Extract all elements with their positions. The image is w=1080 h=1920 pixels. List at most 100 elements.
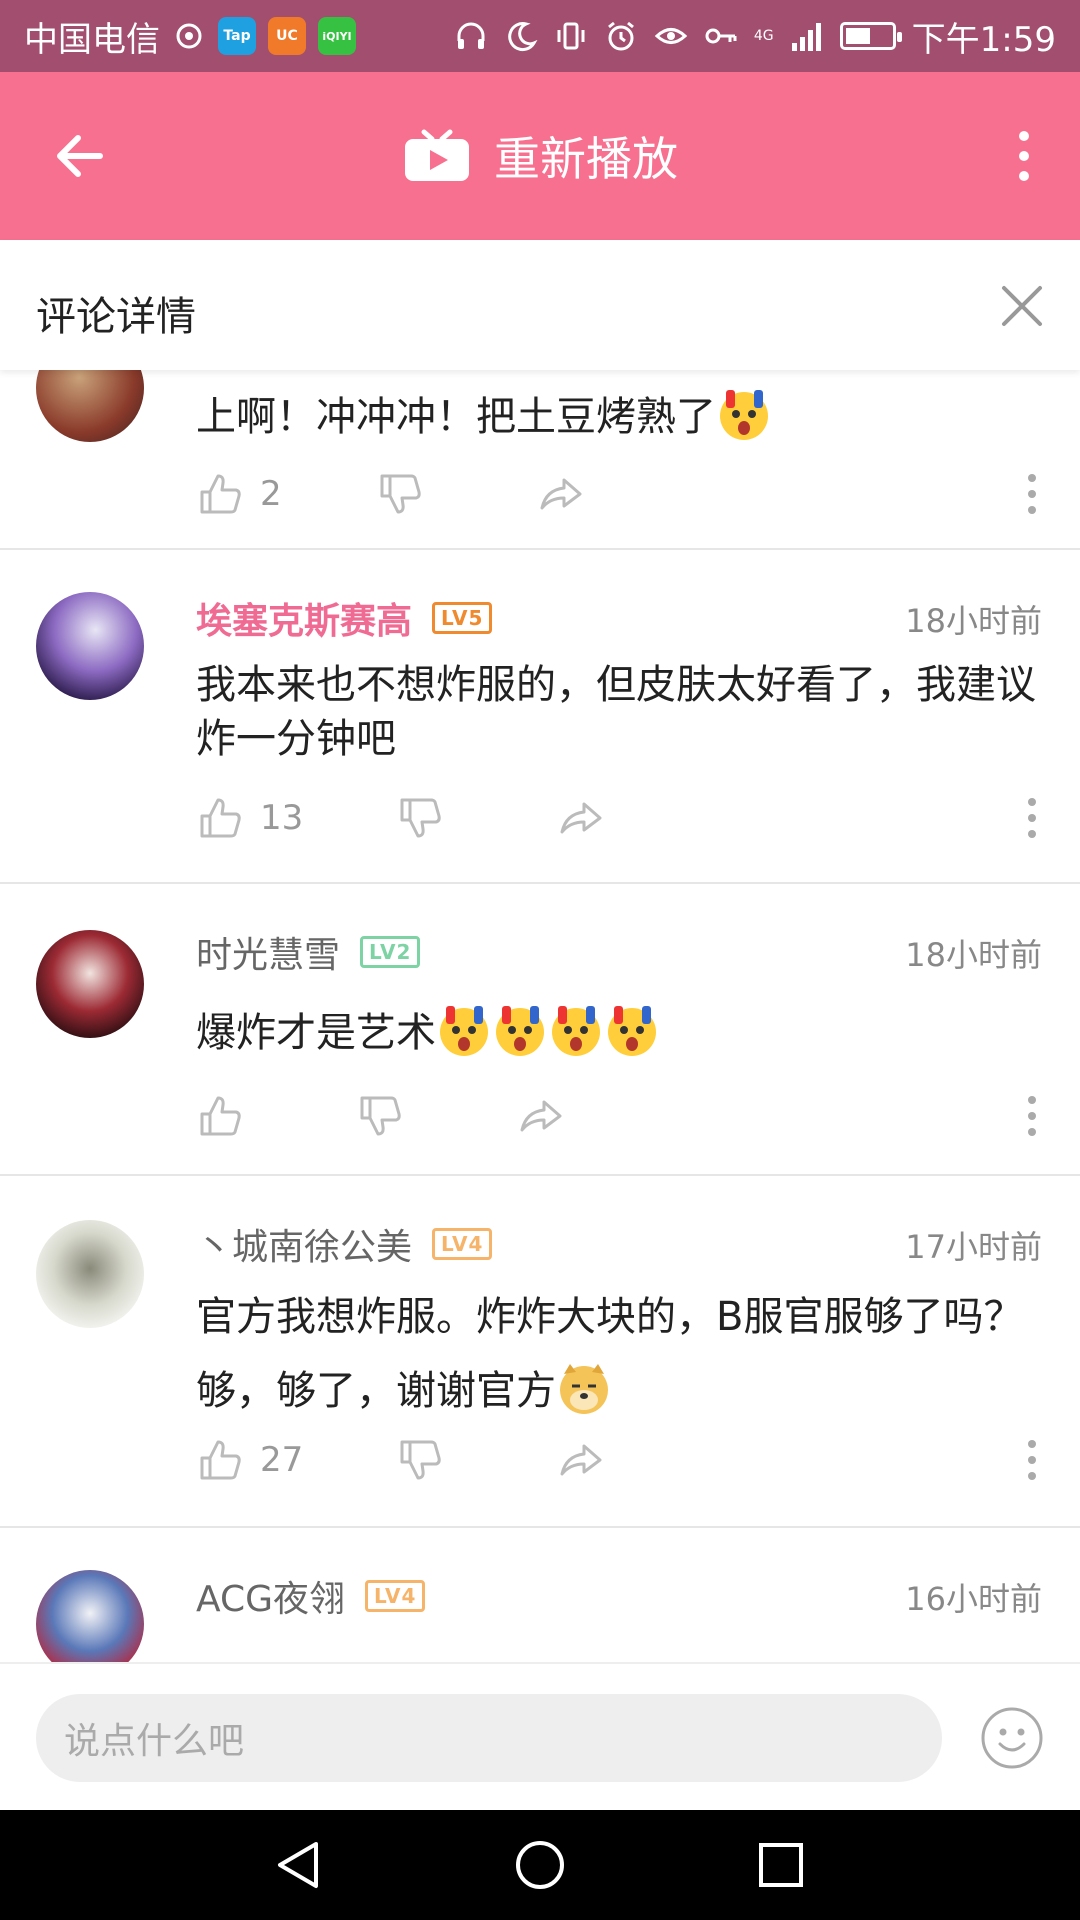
alarm-icon (607, 21, 634, 51)
share-icon (560, 802, 602, 834)
tv-icon (405, 129, 469, 181)
comment-more-icon[interactable] (1022, 1436, 1042, 1484)
comment-input-bar: 说点什么吧 (0, 1662, 1080, 1810)
like-button[interactable] (196, 1092, 356, 1140)
comment-item: ACG夜翎 LV4 16小时前 (0, 1528, 1080, 1662)
user-avatar[interactable] (36, 592, 144, 700)
comment-more-icon[interactable] (1022, 794, 1042, 842)
comment-time: 18小时前 (905, 936, 1042, 974)
key-icon (705, 28, 737, 44)
comment-list[interactable]: 上啊！冲冲冲！把土豆烤熟了 2 埃塞克斯赛高 LV5 18小时前 我本来也不想炸… (0, 370, 1080, 1662)
iqiyi-app-icon: iQIYI (318, 17, 356, 55)
comment-actions: 13 (196, 788, 1042, 848)
comment-time: 17小时前 (905, 1228, 1042, 1266)
hd-voice-icon (176, 23, 202, 49)
comment-item: 丶城南徐公美 LV4 17小时前 官方我想炸服。炸炸大块的，B服官服够了吗？够，… (0, 1176, 1080, 1528)
eye-icon (654, 28, 688, 44)
panel-title: 评论详情 (36, 294, 196, 340)
like-count: 2 (260, 474, 282, 514)
username[interactable]: 丶城南徐公美 LV4 (196, 1218, 493, 1270)
emoji-picker-icon[interactable] (980, 1706, 1044, 1770)
share-icon (560, 1444, 602, 1476)
comment-item: 上啊！冲冲冲！把土豆烤熟了 2 (0, 370, 1080, 550)
thumbs-down-icon (400, 798, 441, 838)
share-button[interactable] (556, 1436, 604, 1484)
dislike-button[interactable] (356, 1092, 516, 1140)
shock-emoji (552, 1006, 600, 1056)
shock-emoji (720, 390, 768, 440)
comment-item: 时光慧雪 LV2 18小时前 爆炸才是艺术 (0, 884, 1080, 1176)
user-avatar[interactable] (36, 930, 144, 1038)
close-icon[interactable] (998, 282, 1046, 330)
level-badge: LV4 (432, 1228, 493, 1260)
tap-app-icon: Tap (218, 17, 256, 55)
status-bar: 中国电信 Tap UC iQIYI 4G 下午1:59 (0, 0, 1080, 72)
comment-text: 官方我想炸服。炸炸大块的，B服官服够了吗？够，够了，谢谢官方 (196, 1294, 1024, 1414)
comment-detail-header: 评论详情 (0, 240, 1080, 370)
level-badge: LV5 (432, 602, 493, 634)
comment-more-icon[interactable] (1022, 1092, 1042, 1140)
thumbs-up-icon (200, 1440, 241, 1480)
user-avatar[interactable] (36, 1570, 144, 1662)
uc-app-icon: UC (268, 17, 306, 55)
like-count: 27 (260, 1440, 304, 1480)
comment-text: 上啊！冲冲冲！把土豆烤熟了 (196, 386, 1042, 444)
level-badge: LV4 (365, 1580, 426, 1612)
more-menu-icon[interactable] (1012, 124, 1036, 188)
doge-emoji (560, 1364, 608, 1414)
replay-button[interactable]: 重新播放 (0, 72, 1080, 240)
comment-text: 爆炸才是艺术 (196, 1002, 1042, 1060)
thumbs-down-icon (400, 1440, 441, 1480)
share-button[interactable] (536, 470, 584, 518)
user-avatar[interactable] (36, 370, 144, 442)
comment-text: 我本来也不想炸服的，但皮肤太好看了，我建议炸一分钟吧 (196, 662, 1036, 762)
shock-emoji (608, 1006, 656, 1056)
top-bar: 重新播放 (0, 72, 1080, 240)
comment-input[interactable]: 说点什么吧 (36, 1694, 942, 1782)
nav-recents-icon[interactable] (754, 1838, 808, 1892)
like-button[interactable]: 2 (196, 470, 376, 518)
thumbs-down-icon (360, 1096, 401, 1136)
comment-more-icon[interactable] (1022, 470, 1042, 518)
share-button[interactable] (516, 1092, 564, 1140)
username[interactable]: ACG夜翎 LV4 (196, 1570, 426, 1622)
like-count: 13 (260, 798, 304, 838)
comment-actions (196, 1086, 1042, 1146)
system-nav-bar (0, 1810, 1080, 1920)
comment-actions: 27 (196, 1430, 1042, 1490)
comment-time: 16小时前 (905, 1580, 1042, 1618)
dislike-button[interactable] (396, 1436, 556, 1484)
headphone-icon (457, 22, 485, 49)
clock: 下午1:59 (911, 19, 1056, 60)
dislike-button[interactable] (376, 470, 536, 518)
shock-emoji (440, 1006, 488, 1056)
share-button[interactable] (556, 794, 604, 842)
share-icon (540, 478, 582, 510)
nav-home-icon[interactable] (513, 1838, 567, 1892)
comment-item: 埃塞克斯赛高 LV5 18小时前 我本来也不想炸服的，但皮肤太好看了，我建议炸一… (0, 550, 1080, 884)
thumbs-up-icon (200, 1096, 241, 1136)
comment-time: 18小时前 (905, 602, 1042, 640)
signal-icon (791, 23, 821, 51)
user-avatar[interactable] (36, 1220, 144, 1328)
moon-icon (508, 22, 538, 52)
shock-emoji (496, 1006, 544, 1056)
nav-back-icon[interactable] (272, 1838, 326, 1892)
share-icon (520, 1100, 562, 1132)
thumbs-up-icon (200, 798, 241, 838)
like-button[interactable]: 27 (196, 1436, 396, 1484)
username[interactable]: 时光慧雪 LV2 (196, 926, 421, 978)
battery-icon (839, 22, 902, 50)
thumbs-down-icon (380, 474, 421, 514)
carrier-label: 中国电信 (24, 19, 160, 60)
comment-actions: 2 (196, 464, 1042, 524)
level-badge: LV2 (360, 936, 421, 968)
page-title: 重新播放 (494, 132, 678, 186)
like-button[interactable]: 13 (196, 794, 396, 842)
input-placeholder: 说点什么吧 (64, 1721, 245, 1762)
dislike-button[interactable] (396, 794, 556, 842)
vibrate-icon (557, 22, 585, 50)
network-type: 4G (753, 28, 774, 44)
username[interactable]: 埃塞克斯赛高 LV5 (196, 592, 493, 644)
thumbs-up-icon (200, 474, 241, 514)
